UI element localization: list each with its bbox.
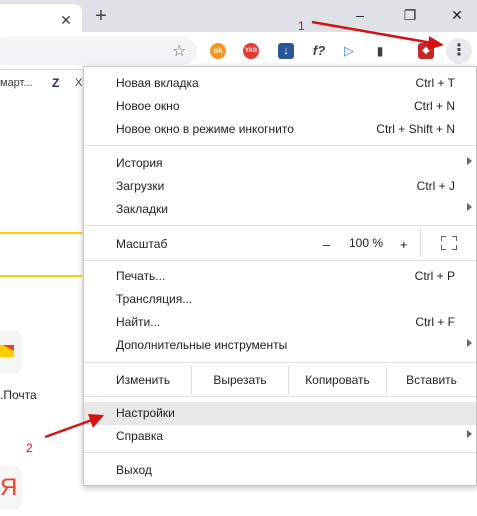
annotation-arrows <box>44 20 444 439</box>
annotation-label-2: 2 <box>26 441 33 455</box>
annotation-label-1: 1 <box>298 19 305 33</box>
